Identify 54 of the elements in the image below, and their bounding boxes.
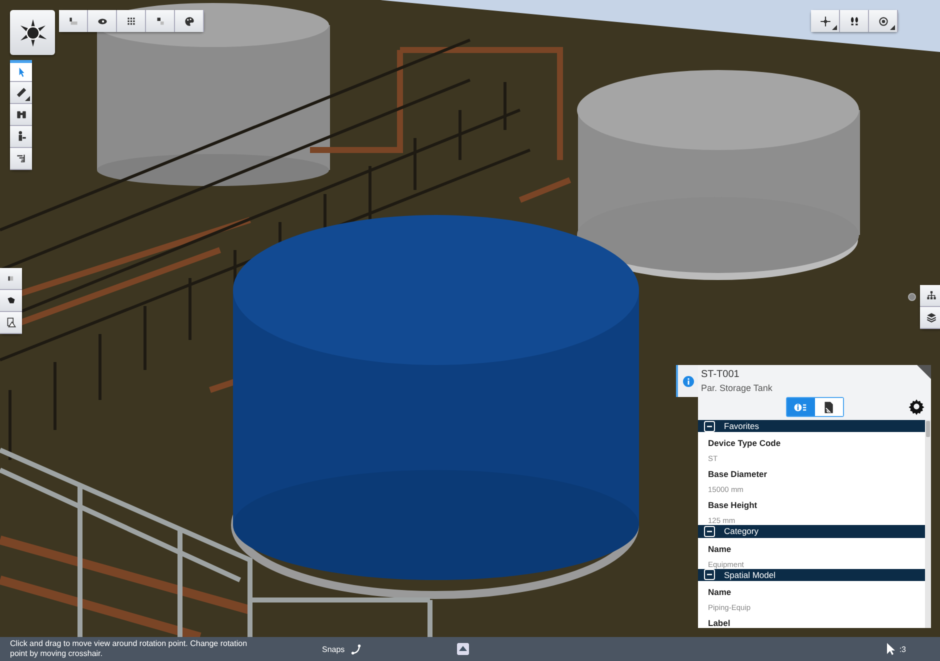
list-icon (14, 152, 28, 165)
toggle-tool-button[interactable] (146, 10, 175, 32)
select-tool-button[interactable] (10, 60, 32, 82)
grid-tool-button[interactable] (117, 10, 146, 32)
scrollbar[interactable] (925, 420, 931, 628)
palette-tool-button[interactable] (175, 10, 204, 32)
status-message: Click and drag to move view around rotation point. Change rotation point by moving crosshair. (10, 639, 248, 659)
palette-icon (182, 14, 196, 28)
info-tab[interactable] (676, 365, 698, 397)
binoculars-tool-button[interactable] (10, 104, 32, 126)
eye-tool-button[interactable] (88, 10, 117, 32)
section-title: Spatial Model (724, 570, 776, 580)
property-name: Name (707, 542, 732, 554)
layers-tool-button[interactable] (920, 307, 940, 329)
section-title: Favorites (724, 421, 759, 432)
hierarchy-icon (924, 289, 938, 302)
grid-icon (124, 14, 138, 28)
section-header[interactable]: Category (698, 525, 925, 538)
property-name: Base Diameter (707, 468, 768, 480)
snap-icon[interactable] (350, 644, 362, 654)
section-header[interactable]: Favorites (698, 420, 925, 432)
home-view-icon[interactable] (456, 643, 469, 655)
property-name: Label (707, 616, 732, 628)
pivot-dot (908, 293, 916, 301)
settings-corner-icon[interactable] (917, 365, 931, 379)
measure-tool-button[interactable] (10, 82, 32, 104)
property-name: Base Height (707, 499, 758, 510)
section-title: Category (724, 526, 758, 536)
collapse-icon (704, 569, 715, 580)
crosshair-icon (818, 14, 832, 28)
document-warning-icon (4, 316, 18, 329)
collapse-icon (704, 526, 715, 537)
target-tool-button[interactable] (869, 10, 898, 32)
property-name: Device Type Code (707, 437, 782, 448)
person-tool-button[interactable] (10, 126, 32, 148)
layers-icon (924, 311, 938, 324)
property-name: Name (707, 586, 732, 597)
blob-tool-button[interactable] (0, 290, 22, 312)
settings-icon[interactable] (908, 398, 925, 415)
object-title: ST-T001 (701, 369, 740, 380)
footprints-tool-button[interactable] (840, 10, 869, 32)
object-subtitle: Par. Storage Tank (701, 383, 774, 393)
view-cube-button[interactable] (10, 10, 55, 55)
warning-doc-tool-button[interactable] (0, 312, 22, 334)
list-tool-button[interactable] (10, 148, 32, 170)
crosshair-tool-button[interactable] (811, 10, 840, 32)
panel-tab[interactable] (814, 398, 842, 416)
cursor-icon (887, 643, 896, 655)
target-icon (876, 14, 890, 28)
hierarchy-tool-button[interactable] (920, 285, 940, 307)
info-icon (682, 376, 694, 386)
selection-count: :3 (899, 644, 906, 654)
section-header[interactable]: Spatial Model (698, 568, 925, 581)
snaps-label: Snaps (322, 644, 345, 654)
